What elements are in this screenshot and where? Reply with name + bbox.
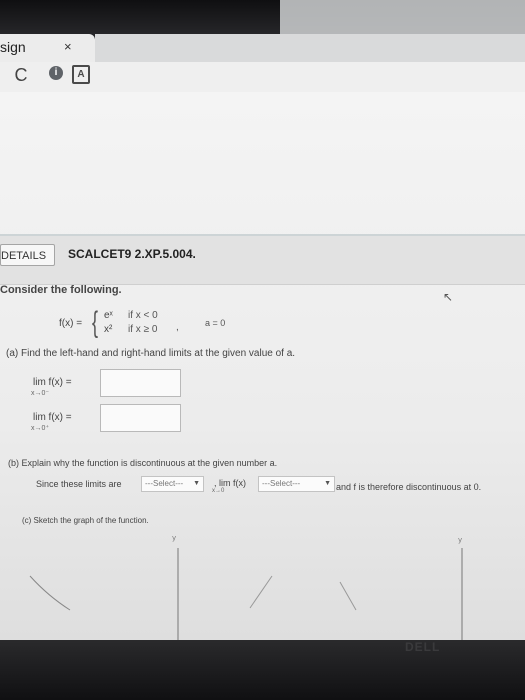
given-point: a = 0 — [205, 318, 226, 328]
graph-curve-3 — [339, 581, 357, 611]
case2-expression: x² — [104, 324, 113, 335]
case1-condition: if x < 0 — [128, 310, 158, 321]
problem-id: SCALCET9 2.XP.5.004. — [68, 247, 196, 261]
monitor-bezel-bottom — [0, 640, 525, 700]
left-limit-label: lim f(x) = — [33, 377, 72, 388]
right-limit-input[interactable] — [100, 404, 181, 432]
limit-expression: , lim f(x) — [214, 478, 246, 488]
mouse-cursor-icon: ↖ — [443, 290, 454, 304]
chevron-down-icon: ▼ — [324, 480, 331, 487]
brace-icon: { — [92, 306, 99, 339]
part-b-prompt: (b) Explain why the function is disconti… — [8, 458, 278, 468]
case1-expression: eˣ — [104, 310, 113, 321]
right-limit-label: lim f(x) = — [33, 412, 72, 423]
select1-value: ---Select--- — [145, 479, 184, 488]
extension-icon[interactable]: A — [72, 65, 90, 84]
chevron-down-icon: ▼ — [193, 480, 200, 487]
function-lhs: f(x) = — [59, 318, 83, 329]
select2-value: ---Select--- — [262, 479, 301, 488]
left-limit-input[interactable] — [100, 369, 181, 397]
graph-y-label-2: y — [458, 536, 462, 544]
left-limit-subscript: x→0⁻ — [31, 390, 50, 397]
part-a-prompt: (a) Find the left-hand and right-hand li… — [6, 348, 296, 359]
function-separator: , — [176, 322, 179, 333]
graph-options: y y — [29, 534, 463, 640]
problem-intro: Consider the following. — [0, 284, 122, 296]
limits-comparison-select[interactable]: ---Select--- ▼ — [141, 476, 204, 492]
conclusion-text: and f is therefore discontinuous at 0. — [336, 482, 482, 492]
case2-condition: if x ≥ 0 — [128, 324, 158, 335]
close-tab-icon[interactable]: × — [64, 39, 72, 54]
part-c-prompt: (c) Sketch the graph of the function. — [22, 516, 149, 525]
dell-logo: DELL — [405, 640, 441, 654]
tab-title[interactable]: sign — [0, 39, 26, 55]
since-label: Since these limits are — [36, 479, 122, 489]
tab-row-background — [95, 34, 525, 62]
tab-strip-background — [280, 0, 525, 34]
details-button[interactable]: DETAILS — [0, 244, 56, 266]
graph-curve-2 — [249, 575, 273, 609]
site-info-icon[interactable]: i — [49, 66, 63, 80]
graph-curve-1 — [29, 575, 71, 611]
right-limit-subscript: x→0⁺ — [31, 425, 50, 432]
graph-y-label-1: y — [172, 534, 176, 542]
limit-exists-select[interactable]: ---Select--- ▼ — [258, 476, 335, 492]
limit-subscript: x→0 — [212, 488, 225, 494]
reload-icon[interactable]: C — [10, 63, 32, 87]
